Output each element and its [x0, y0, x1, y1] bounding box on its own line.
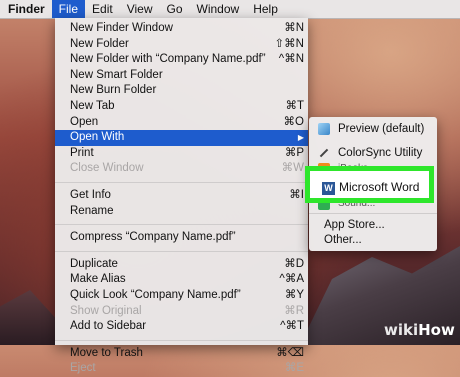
- shortcut: ⌘Y: [284, 288, 304, 301]
- menu-separator: [55, 181, 308, 183]
- submenu-item-label: Other...: [324, 234, 362, 246]
- menu-item-label: Move to Trash: [70, 346, 143, 359]
- menu-item-label: Eject: [70, 362, 96, 375]
- shortcut: ⌘I: [289, 188, 304, 201]
- menu-item-label: New Folder with “Company Name.pdf”: [70, 53, 266, 66]
- menu-file[interactable]: File: [51, 0, 86, 18]
- menu-item-new-smart-folder[interactable]: New Smart Folder: [55, 68, 308, 84]
- menu-item-label: Open: [70, 115, 99, 128]
- menu-item-make-alias[interactable]: Make Alias ^⌘A: [55, 272, 308, 288]
- preview-app-icon: [318, 123, 330, 135]
- menu-item-new-folder-with-selection[interactable]: New Folder with “Company Name.pdf” ^⌘N: [55, 52, 308, 68]
- menu-item-label: New Smart Folder: [70, 68, 163, 81]
- menu-item-label: Rename: [70, 204, 114, 217]
- background-rock: [0, 290, 60, 345]
- submenu-item-other[interactable]: Other...: [309, 231, 437, 249]
- menu-item-eject: Eject ⌘E: [55, 361, 308, 377]
- menu-edit[interactable]: Edit: [85, 0, 120, 18]
- menu-item-label: Get Info: [70, 188, 111, 201]
- shortcut: ⌘R: [284, 304, 304, 317]
- watermark-how: How: [418, 321, 455, 339]
- menu-item-open-with[interactable]: Open With ▶: [55, 130, 308, 146]
- menu-item-label: New Tab: [70, 99, 115, 112]
- shortcut: ⇧⌘N: [274, 37, 304, 50]
- shortcut: ⌘N: [284, 22, 304, 34]
- menu-bar: Finder File Edit View Go Window Help: [0, 0, 460, 19]
- word-app-icon: W: [322, 182, 335, 195]
- menu-finder[interactable]: Finder: [0, 0, 52, 18]
- shortcut: ⌘W: [281, 162, 304, 175]
- menu-window[interactable]: Window: [190, 0, 247, 18]
- shortcut: ⌘T: [285, 99, 304, 112]
- menu-separator: [309, 213, 437, 214]
- menu-item-close-window: Close Window ⌘W: [55, 161, 308, 177]
- file-menu: New Finder Window ⌘N New Folder ⇧⌘N New …: [55, 18, 308, 374]
- menu-item-show-original: Show Original ⌘R: [55, 304, 308, 320]
- menu-item-get-info[interactable]: Get Info ⌘I: [55, 188, 308, 204]
- menu-item-new-finder-window[interactable]: New Finder Window ⌘N: [55, 21, 308, 37]
- shortcut: ⌘⌫: [276, 346, 304, 359]
- submenu-arrow-icon: ▶: [297, 133, 304, 143]
- shortcut: ⌘O: [283, 115, 304, 128]
- menu-item-open[interactable]: Open ⌘O: [55, 115, 308, 131]
- submenu-item-preview[interactable]: Preview (default): [309, 120, 437, 138]
- menu-separator: [55, 224, 308, 226]
- submenu-item-label: Preview (default): [338, 123, 425, 135]
- watermark-logo: wikiHow: [384, 321, 455, 339]
- shortcut: ⌘E: [284, 362, 304, 375]
- menu-help[interactable]: Help: [246, 0, 285, 18]
- menu-item-add-to-sidebar[interactable]: Add to Sidebar ^⌘T: [55, 319, 308, 335]
- menu-item-quick-look[interactable]: Quick Look “Company Name.pdf” ⌘Y: [55, 288, 308, 304]
- shortcut: ⌘P: [284, 146, 304, 159]
- menu-separator: [55, 250, 308, 252]
- menu-item-duplicate[interactable]: Duplicate ⌘D: [55, 257, 308, 273]
- menu-item-label: Close Window: [70, 162, 144, 175]
- menu-item-label: Print: [70, 146, 94, 159]
- menu-item-label: New Finder Window: [70, 22, 173, 34]
- submenu-item-microsoft-word[interactable]: W Microsoft Word: [305, 166, 434, 203]
- shortcut: ^⌘N: [278, 53, 304, 66]
- menu-item-compress[interactable]: Compress “Company Name.pdf”: [55, 230, 308, 246]
- menu-item-label: New Folder: [70, 37, 129, 50]
- menu-item-new-tab[interactable]: New Tab ⌘T: [55, 99, 308, 115]
- shortcut: ^⌘A: [279, 273, 304, 286]
- shortcut: ⌘D: [284, 257, 304, 270]
- menu-item-print[interactable]: Print ⌘P: [55, 146, 308, 162]
- menu-item-rename[interactable]: Rename: [55, 204, 308, 220]
- colorsync-app-icon: [318, 147, 330, 159]
- menu-item-new-burn-folder[interactable]: New Burn Folder: [55, 83, 308, 99]
- menu-item-label: Show Original: [70, 304, 142, 317]
- submenu-item-label: Microsoft Word: [339, 180, 420, 194]
- menu-item-label: Compress “Company Name.pdf”: [70, 231, 236, 244]
- watermark-wiki: wiki: [384, 321, 419, 339]
- menu-item-label: Open With: [70, 131, 125, 144]
- menu-item-new-folder[interactable]: New Folder ⇧⌘N: [55, 37, 308, 53]
- menu-go[interactable]: Go: [160, 0, 190, 18]
- menu-separator: [55, 339, 308, 341]
- menu-item-label: Duplicate: [70, 257, 118, 270]
- menu-item-label: Add to Sidebar: [70, 320, 147, 333]
- menu-view[interactable]: View: [120, 0, 160, 18]
- menu-item-label: Make Alias: [70, 273, 126, 286]
- menu-item-label: Quick Look “Company Name.pdf”: [70, 288, 241, 301]
- menu-item-move-to-trash[interactable]: Move to Trash ⌘⌫: [55, 346, 308, 362]
- shortcut: ^⌘T: [280, 320, 304, 333]
- menu-item-label: New Burn Folder: [70, 84, 157, 97]
